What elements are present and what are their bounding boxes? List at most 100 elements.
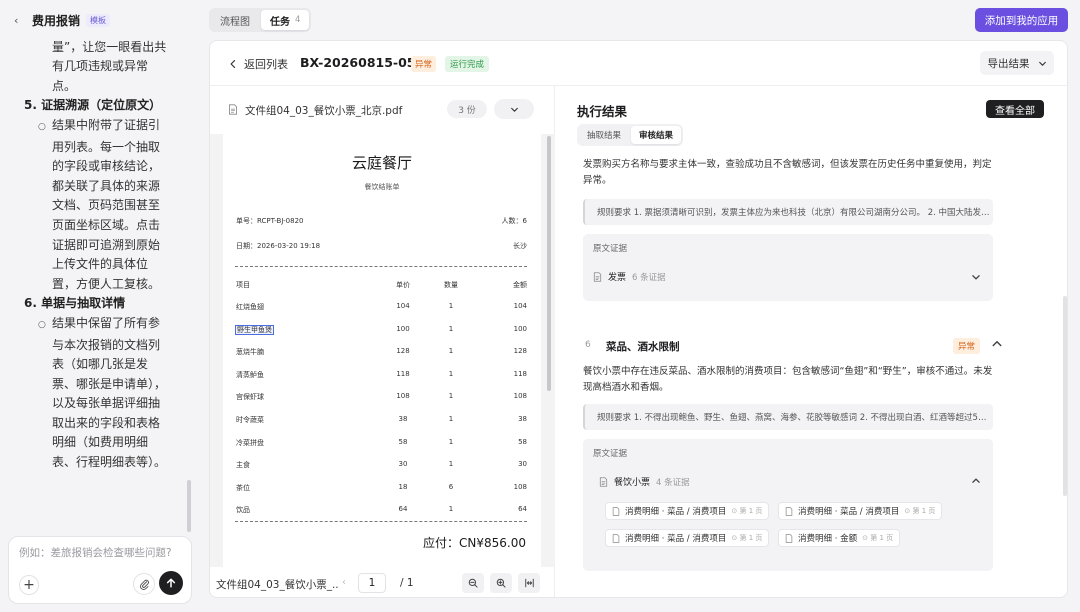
chevron-up-icon[interactable] bbox=[971, 476, 981, 486]
tab-label: 流程图 bbox=[220, 16, 250, 28]
tab-audit-results[interactable]: 审核结果 bbox=[631, 126, 682, 144]
bullet-line: ○ 结果中保留了所有参 bbox=[0, 314, 190, 336]
chevron-down-icon[interactable] bbox=[971, 272, 981, 282]
receipt-row-amount: 104 bbox=[513, 302, 527, 310]
send-button[interactable] bbox=[159, 571, 183, 595]
zoom-in-button[interactable] bbox=[490, 573, 512, 593]
tab-flowchart[interactable]: 流程图 bbox=[211, 10, 259, 30]
receipt-total: 应付：CN¥856.00 bbox=[423, 536, 526, 550]
receipt-row-unit-price: 18 bbox=[398, 482, 408, 491]
receipt-row-item-name: 葱烧牛腩 bbox=[236, 348, 264, 357]
view-switcher: 流程图 任务 4 bbox=[209, 8, 312, 32]
tab-extraction-results[interactable]: 抽取结果 bbox=[579, 126, 629, 144]
evidence-source-name: 发票 bbox=[608, 273, 627, 283]
document-canvas[interactable]: 云庭餐厅 餐饮结账单 单号：RCPT-BJ-0820 人数：6 日期：2026-… bbox=[210, 134, 555, 567]
page-number-input[interactable]: 1 bbox=[358, 573, 386, 593]
task-id: BX-20260815-053 bbox=[300, 55, 425, 70]
tab-label: 任务 bbox=[270, 16, 290, 28]
receipt-row-quantity: 6 bbox=[448, 482, 454, 491]
tab-tasks[interactable]: 任务 4 bbox=[261, 10, 310, 30]
file-icon bbox=[612, 533, 620, 543]
message-text-line: 页面坐标区域。点击 bbox=[52, 217, 161, 232]
sidebar-scrollbar[interactable] bbox=[187, 480, 191, 532]
document-dropdown-button[interactable] bbox=[494, 99, 534, 119]
evidence-page: ⊙ 第 1 页 bbox=[731, 506, 762, 516]
export-results-button[interactable]: 导出结果 bbox=[980, 51, 1054, 75]
results-scrollbar[interactable] bbox=[1063, 296, 1067, 496]
evidence-box: 原文证据 餐饮小票 4 条证据 消费明细 · 菜品 / 消费项目 ⊙ 第 1 页 bbox=[583, 439, 993, 571]
bullet-text: 结果中附带了证据引 bbox=[52, 117, 161, 132]
receipt-row-item-name: 茶位 bbox=[236, 483, 250, 492]
receipt-title: 云庭餐厅 bbox=[351, 154, 412, 172]
rule-requirement: 规则要求 1. 票据须清晰可识别，发票主体应为来也科技（北京）有限公司湖南分公司… bbox=[583, 199, 993, 225]
chevron-left-icon bbox=[230, 60, 236, 68]
back-to-list-button[interactable]: 返回列表 bbox=[228, 56, 288, 72]
receipt-row-item-name: 饮品 bbox=[236, 506, 250, 515]
receipt-row-item-name: 时令蔬菜 bbox=[236, 416, 264, 424]
receipt-row-unit-price: 64 bbox=[398, 505, 408, 514]
view-all-button[interactable]: 查看全部 bbox=[986, 100, 1044, 118]
copies-count-badge: 3 份 bbox=[447, 100, 487, 118]
file-icon bbox=[785, 533, 793, 543]
chevron-up-icon[interactable] bbox=[991, 338, 1003, 350]
evidence-source-row[interactable]: 发票 6 条证据 bbox=[593, 270, 666, 283]
evidence-chip-label: 消费明细 · 菜品 / 消费项目 bbox=[798, 507, 900, 517]
add-attachment-button[interactable]: + bbox=[19, 575, 39, 595]
receipt-row-amount: 38 bbox=[518, 415, 527, 423]
receipt-row-amount: 64 bbox=[518, 505, 527, 514]
add-to-my-apps-button[interactable]: 添加到我的应用 bbox=[975, 8, 1068, 32]
back-label: 返回列表 bbox=[244, 58, 288, 71]
evidence-chip[interactable]: 消费明细 · 菜品 / 消费项目 ⊙ 第 1 页 bbox=[605, 502, 770, 520]
chat-input[interactable] bbox=[19, 547, 179, 559]
results-pane: 执行结果 查看全部 抽取结果 审核结果 发票购买方名称与要求主体一致，查验成功且… bbox=[556, 86, 1067, 597]
message-text-line: 用列表。每一个抽取 bbox=[52, 139, 161, 154]
document-file-name: 文件组04_03_餐饮小票_北京.pdf bbox=[245, 105, 403, 117]
export-label: 导出结果 bbox=[987, 57, 1030, 70]
audit-conclusion: 餐饮小票中存在违反菜品、酒水限制的消费项目：包含敏感词“鱼翅”和“野生”，审核不… bbox=[583, 366, 993, 393]
receipt-row-amount: 58 bbox=[518, 437, 527, 446]
file-icon bbox=[785, 506, 793, 516]
receipt-row-quantity: 1 bbox=[448, 347, 454, 356]
document-viewer: 文件组04_03_餐饮小票_北京.pdf 3 份 云庭餐厅 餐饮结账单 单号：R… bbox=[210, 86, 555, 597]
evidence-chip[interactable]: 消费明细 · 菜品 / 消费项目 ⊙ 第 1 页 bbox=[778, 502, 943, 520]
zoom-out-button[interactable] bbox=[462, 573, 484, 593]
receipt-row-unit-price: 128 bbox=[396, 347, 410, 356]
receipt-row-item-name: 主食 bbox=[236, 461, 250, 470]
sidebar-header: ‹ 费用报销 模板 bbox=[14, 10, 111, 30]
evidence-chip[interactable]: 消费明细 · 菜品 / 消费项目 ⊙ 第 1 页 bbox=[605, 529, 770, 547]
receipt-row-amount: 108 bbox=[513, 392, 527, 401]
sidebar: ‹ 费用报销 模板 的疗征的治数量”，让您一眼看出共有几项违规或异常点。5. 证… bbox=[0, 0, 200, 612]
evidence-box: 原文证据 发票 6 条证据 bbox=[583, 234, 993, 301]
page-total: / 1 bbox=[400, 577, 414, 589]
receipt-row-quantity: 1 bbox=[448, 415, 454, 423]
receipt-row-item-name: 宫保虾球 bbox=[236, 393, 264, 402]
results-tabs: 抽取结果 审核结果 bbox=[577, 124, 684, 146]
paperclip-icon bbox=[139, 579, 149, 590]
evidence-source-row[interactable]: 餐饮小票 4 条证据 bbox=[599, 475, 690, 488]
tab-count: 4 bbox=[295, 15, 301, 25]
evidence-page-label: 第 1 页 bbox=[912, 507, 936, 515]
chevron-down-icon bbox=[510, 107, 518, 112]
evidence-chip[interactable]: 消费明细 · 金额 ⊙ 第 1 页 bbox=[778, 529, 901, 547]
document-scrollbar[interactable] bbox=[547, 136, 551, 391]
receipt-date: 日期：2026-03-20 19:18 bbox=[236, 242, 321, 250]
receipt-row-amount: 128 bbox=[513, 347, 527, 356]
evidence-highlight[interactable]: 野生甲鱼煲 bbox=[235, 324, 274, 335]
chat-message-scroll[interactable]: 的疗征的治数量”，让您一眼看出共有几项违规或异常点。5. 证据溯源（定位原文）○… bbox=[0, 36, 192, 530]
message-text-line: 有几项违规或异常 bbox=[52, 59, 149, 74]
message-text-line: 量”，让您一眼看出共 bbox=[52, 39, 167, 54]
attach-button[interactable] bbox=[133, 573, 155, 595]
receipt-people: 人数：6 bbox=[501, 217, 527, 225]
fit-width-button[interactable] bbox=[518, 573, 540, 593]
receipt-city: 长沙 bbox=[513, 242, 527, 250]
task-detail-panel: 返回列表 BX-20260815-053 异常 运行完成 导出结果 文件组04_… bbox=[209, 40, 1068, 598]
audit-item-header[interactable]: 6 菜品、酒水限制 异常 bbox=[577, 336, 1042, 356]
audit-results-list[interactable]: 发票购买方名称与要求主体一致，查验成功且不含敏感词，但该发票在历史任务中重复使用… bbox=[577, 154, 1042, 597]
message-text-line: 表（如哪几张是发 bbox=[52, 357, 149, 372]
back-chevron-icon[interactable]: ‹ bbox=[14, 14, 26, 27]
task-header: 返回列表 BX-20260815-053 异常 运行完成 导出结果 bbox=[210, 41, 1067, 86]
template-badge: 模板 bbox=[86, 13, 111, 27]
receipt-row-amount: 100 bbox=[513, 324, 527, 333]
prev-page-button[interactable]: ‹ bbox=[342, 577, 346, 588]
message-text-line: 证据即可追溯到原始 bbox=[52, 237, 161, 252]
